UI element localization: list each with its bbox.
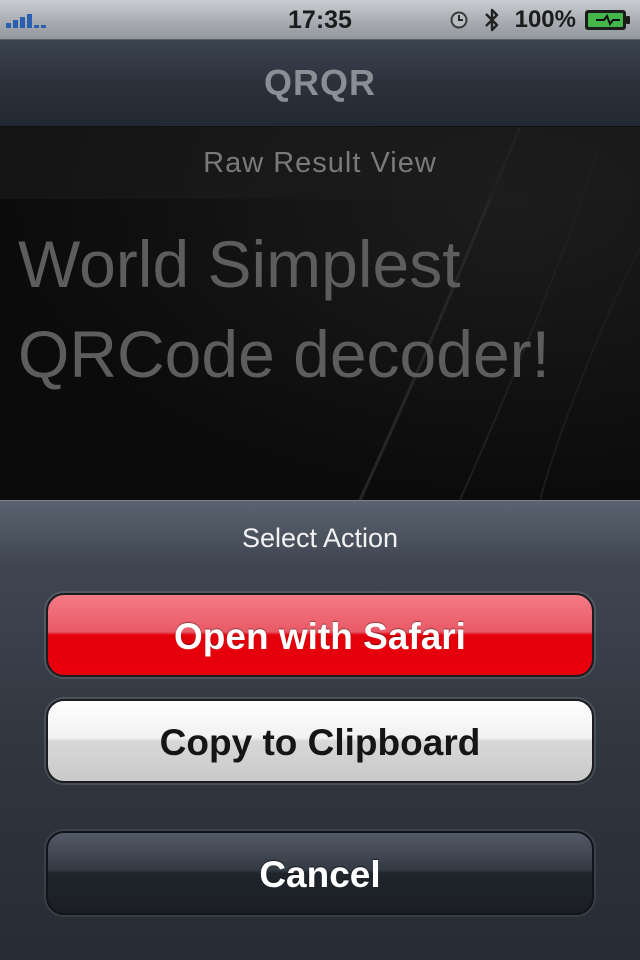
navigation-bar: QRQR bbox=[0, 40, 640, 127]
battery-percent: 100% bbox=[514, 6, 576, 33]
app-screen: 17:35 100% QRQR Raw Result View World Si… bbox=[0, 0, 640, 960]
raw-result-header-label: Raw Result View bbox=[203, 147, 437, 179]
action-sheet-title: Select Action bbox=[241, 523, 399, 553]
bluetooth-icon bbox=[484, 8, 498, 32]
decoded-result-text: World Simplest QRCode decoder! bbox=[18, 227, 550, 391]
status-right-group: 100% bbox=[449, 0, 632, 40]
status-bar: 17:35 100% bbox=[0, 0, 640, 40]
copy-to-clipboard-button[interactable]: Copy to Clipboard bbox=[46, 699, 594, 783]
clock-icon bbox=[450, 11, 468, 29]
open-with-safari-button[interactable]: Open with Safari bbox=[46, 593, 594, 677]
action-sheet: Select Action Open with Safari Copy to C… bbox=[0, 500, 640, 960]
result-view: Raw Result View World Simplest QRCode de… bbox=[0, 127, 640, 500]
nav-title: QRQR bbox=[264, 62, 376, 103]
battery-charging-icon bbox=[585, 10, 630, 30]
raw-result-header: Raw Result View bbox=[0, 127, 640, 199]
cancel-button[interactable]: Cancel bbox=[46, 831, 594, 915]
